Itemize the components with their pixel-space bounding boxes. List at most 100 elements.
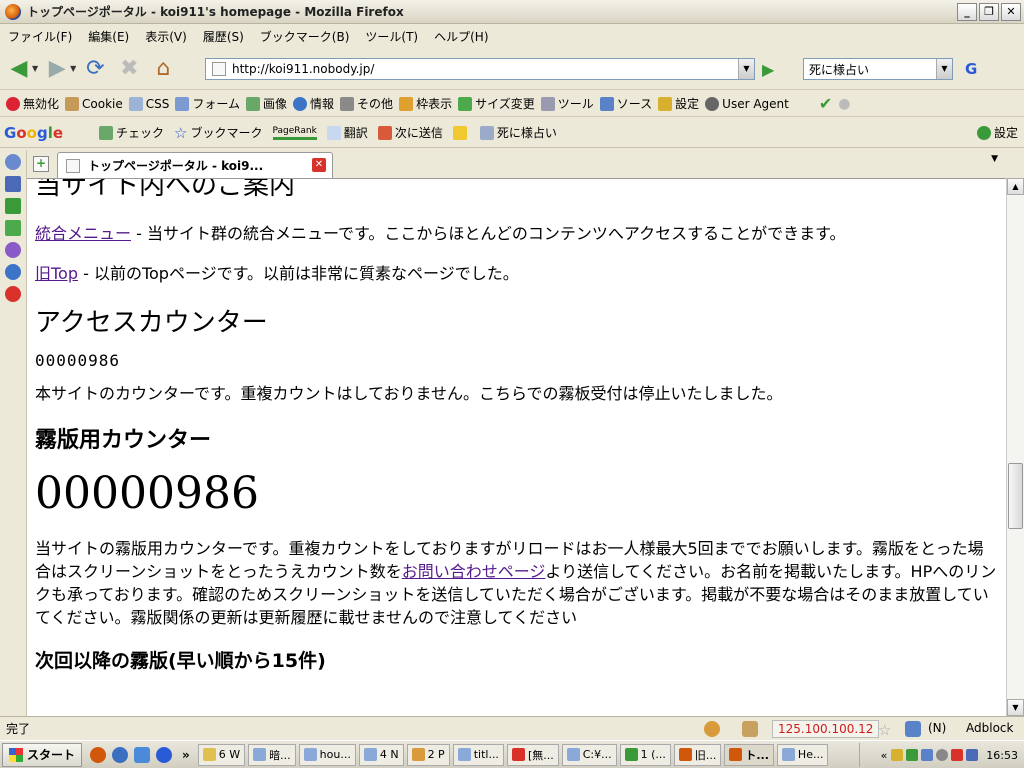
taskbar-item[interactable]: 2 P <box>406 743 450 766</box>
go-icon[interactable]: ▶ <box>762 60 774 79</box>
search-dropdown-icon[interactable]: ▼ <box>936 59 952 79</box>
tab-bar: + トップページポータル - koi9... ✕ ▼ <box>27 150 1024 178</box>
n-indicator[interactable]: (N) <box>928 721 946 735</box>
vertical-scrollbar[interactable]: ▲ ▼ <box>1006 178 1024 716</box>
info-menu[interactable]: 情報 <box>293 95 334 112</box>
misc-menu[interactable]: その他 <box>340 95 393 112</box>
contact-page-link[interactable]: お問い合わせページ <box>402 562 546 581</box>
quicklaunch-media-icon[interactable] <box>156 746 173 763</box>
tray-app-icon[interactable] <box>921 749 934 761</box>
status-bar: 完了 125.100.100.12 ☆ (N) Adblock <box>0 716 1024 740</box>
tray-expand-icon[interactable]: « <box>881 749 888 762</box>
google-logo[interactable]: Google <box>4 124 63 142</box>
start-button[interactable]: スタート <box>2 742 83 767</box>
star-outline-icon[interactable]: ☆ <box>878 721 894 739</box>
pagerank-indicator[interactable]: PageRank <box>272 126 317 140</box>
menu-help[interactable]: ヘルプ(H) <box>426 28 496 45</box>
taskbar-item[interactable]: 4 N <box>358 743 404 766</box>
minimize-button[interactable]: _ <box>957 3 977 21</box>
menu-bookmarks[interactable]: ブックマーク(B) <box>252 28 358 45</box>
forward-icon[interactable]: ▶ <box>42 54 72 84</box>
home-icon[interactable]: ⌂ <box>148 54 178 84</box>
tray-app-icon[interactable] <box>951 749 964 761</box>
reload-icon[interactable]: ⟳ <box>80 54 110 84</box>
menu-history[interactable]: 履歴(S) <box>195 28 252 45</box>
taskbar-item[interactable]: 1 (... <box>619 743 671 766</box>
old-top-link[interactable]: 旧Top <box>35 264 78 283</box>
options-menu[interactable]: 設定 <box>658 95 699 112</box>
resize-menu[interactable]: サイズ変更 <box>458 95 535 112</box>
addon-icon[interactable] <box>5 220 21 236</box>
close-button[interactable]: ✕ <box>1001 3 1021 21</box>
css-menu[interactable]: CSS <box>128 96 169 111</box>
taskbar-item[interactable]: titl... <box>452 743 504 766</box>
forward-history-dropdown[interactable]: ▼ <box>70 64 76 73</box>
stop-icon[interactable]: ✖ <box>114 54 144 84</box>
spellcheck-button[interactable]: チェック <box>99 124 164 141</box>
maximize-button[interactable]: ❐ <box>979 3 999 21</box>
check-icon[interactable]: ✔ <box>819 94 832 113</box>
adblock-label[interactable]: Adblock <box>966 721 1013 735</box>
page-info-icon[interactable] <box>905 721 921 737</box>
history-icon[interactable] <box>5 154 21 170</box>
outline-menu[interactable]: 枠表示 <box>399 95 452 112</box>
search-term-button[interactable]: 死に様占い <box>479 124 557 141</box>
disable-menu[interactable]: 無効化 <box>6 95 59 112</box>
google-settings-button[interactable]: 設定 <box>976 124 1018 141</box>
cookie-menu[interactable]: Cookie <box>65 96 123 111</box>
menu-view[interactable]: 表示(V) <box>137 28 195 45</box>
taskbar-item[interactable]: 旧... <box>673 743 722 766</box>
download-icon[interactable] <box>5 198 21 214</box>
alert-icon[interactable] <box>5 286 21 302</box>
taskbar-item[interactable]: [無... <box>506 743 559 766</box>
search-engine-icon[interactable]: G <box>965 60 977 78</box>
source-menu[interactable]: ソース <box>599 95 652 112</box>
search-input[interactable]: 死に様占い ▼ <box>803 58 953 80</box>
menu-tools[interactable]: ツール(T) <box>357 28 426 45</box>
tab-list-dropdown-icon[interactable]: ▼ <box>991 154 998 164</box>
translate-button[interactable]: 翻訳 <box>326 124 368 141</box>
info-sidebar-icon[interactable] <box>5 264 21 280</box>
url-dropdown-icon[interactable]: ▼ <box>738 59 754 79</box>
monkey-icon[interactable] <box>704 721 720 737</box>
shield-icon[interactable] <box>891 749 904 761</box>
back-icon[interactable]: ◀ <box>4 54 34 84</box>
scroll-down-icon[interactable]: ▼ <box>1007 699 1024 716</box>
tray-app-icon[interactable] <box>966 749 979 761</box>
scroll-up-icon[interactable]: ▲ <box>1007 178 1024 195</box>
tray-app-icon[interactable] <box>906 749 919 761</box>
quicklaunch-more-icon[interactable]: » <box>182 748 190 762</box>
quicklaunch-ie-icon[interactable] <box>134 746 151 763</box>
send-to-button[interactable]: 次に送信 <box>377 124 443 141</box>
taskbar-item[interactable]: 6 W <box>197 743 246 766</box>
taskbar-item[interactable]: 暗... <box>248 743 296 766</box>
tab-close-icon[interactable]: ✕ <box>312 158 326 172</box>
bookmark-button[interactable]: ☆ ブックマーク <box>174 124 262 142</box>
new-tab-icon[interactable]: + <box>33 156 49 172</box>
bookmark-sidebar-icon[interactable] <box>5 176 21 192</box>
tray-app-icon[interactable] <box>936 749 949 761</box>
taskbar-item-active[interactable]: ト... <box>724 743 774 766</box>
unified-menu-link[interactable]: 統合メニュー <box>35 224 131 243</box>
user-agent-menu[interactable]: User Agent <box>705 96 789 111</box>
menu-edit[interactable]: 編集(E) <box>80 28 137 45</box>
tools-menu[interactable]: ツール <box>540 95 594 112</box>
scroll-thumb[interactable] <box>1008 463 1023 529</box>
taskbar-item[interactable]: He... <box>776 743 829 766</box>
taskbar-item[interactable]: hou... <box>298 743 356 766</box>
star-icon: ☆ <box>174 123 188 142</box>
clock[interactable]: 16:53 <box>986 749 1018 762</box>
quicklaunch-browser-icon[interactable] <box>112 746 129 763</box>
quicklaunch-firefox-icon[interactable] <box>90 746 107 763</box>
url-bar[interactable]: http://koi911.nobody.jp/ ▼ <box>205 58 755 80</box>
back-history-dropdown[interactable]: ▼ <box>32 64 38 73</box>
form-menu[interactable]: フォーム <box>175 95 240 112</box>
tab-active[interactable]: トップページポータル - koi9... ✕ <box>57 152 333 178</box>
menu-file[interactable]: ファイル(F) <box>0 28 80 45</box>
highlight-button[interactable] <box>452 125 470 140</box>
tools-status-icon[interactable] <box>742 721 758 737</box>
image-menu[interactable]: 画像 <box>246 95 287 112</box>
code-icon[interactable] <box>5 242 21 258</box>
taskbar-item[interactable]: C:¥... <box>561 743 617 766</box>
web-developer-toolbar: 無効化 Cookie CSS フォーム 画像 情報 その他 枠表示 サイズ変更 … <box>0 91 1024 117</box>
